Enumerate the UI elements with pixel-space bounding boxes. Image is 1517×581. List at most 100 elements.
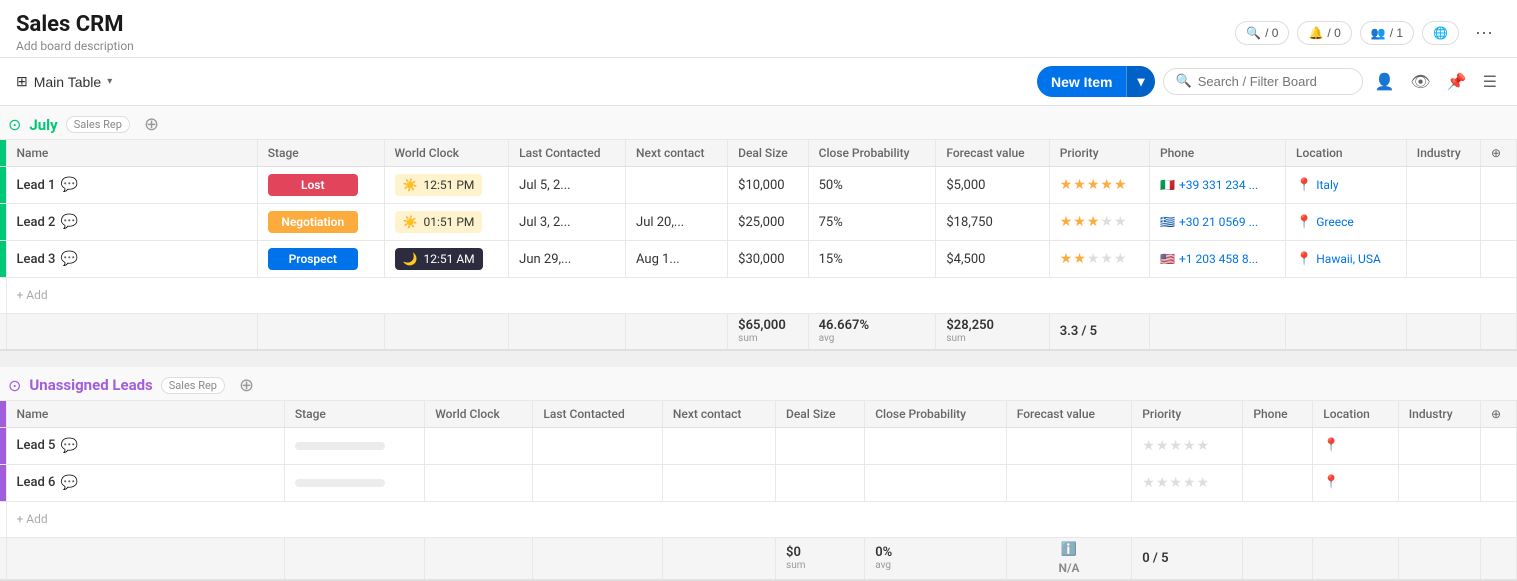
- ua-row-name-0[interactable]: Lead 5: [17, 438, 56, 453]
- cell-nextcontact-2: Aug 1...: [626, 241, 728, 278]
- unassigned-collapse-icon[interactable]: ⊙: [8, 376, 21, 395]
- unassigned-count[interactable]: Sales Rep: [161, 377, 225, 394]
- close-prob-val-1[interactable]: 75%: [819, 215, 843, 230]
- ua-cell-priority-0: ★★★★★: [1132, 427, 1243, 464]
- industry-cell-2[interactable]: [1407, 241, 1480, 277]
- stars-2[interactable]: ★★★★★: [1060, 251, 1127, 267]
- ua-stars-1[interactable]: ★★★★★: [1142, 475, 1209, 491]
- comment-icon-1[interactable]: 💬: [60, 214, 77, 230]
- close-prob-val-2[interactable]: 15%: [819, 252, 843, 267]
- location-val-1[interactable]: Greece: [1316, 215, 1354, 229]
- sum-dealsize-label: sum: [738, 333, 757, 344]
- add-cell-july[interactable]: + Add: [6, 278, 1517, 314]
- new-item-arrow[interactable]: ▾: [1126, 66, 1154, 97]
- filter-icon[interactable]: ☰: [1479, 68, 1501, 95]
- stars-0[interactable]: ★★★★★: [1060, 177, 1127, 193]
- clock-display-2[interactable]: 🌙 12:51 AM: [395, 248, 483, 270]
- july-count[interactable]: Sales Rep: [66, 116, 130, 133]
- last-contacted-val-2[interactable]: Jun 29,...: [519, 252, 571, 267]
- cell-clock-1: ☀️ 01:51 PM: [384, 204, 509, 241]
- th-add-col[interactable]: ⊕: [1481, 140, 1517, 167]
- cell-nextcontact-1: Jul 20,...: [626, 204, 728, 241]
- next-contact-val-2[interactable]: Aug 1...: [636, 252, 680, 267]
- inbox-count-btn[interactable]: 🔔 / 0: [1297, 21, 1351, 45]
- ua-comment-icon-1[interactable]: 💬: [60, 475, 77, 491]
- forecast-val-1[interactable]: $18,750: [946, 215, 992, 230]
- industry-cell-0[interactable]: [1407, 167, 1480, 203]
- phone-val-1[interactable]: +30 21 0569 ...: [1179, 215, 1258, 229]
- ua-sum-priority: 0 / 5: [1132, 537, 1243, 580]
- stage-badge-1[interactable]: Negotiation: [268, 211, 358, 233]
- add-group-btn-unassigned[interactable]: ⊕: [239, 375, 254, 396]
- cell-name-2: Lead 3 💬: [6, 241, 257, 278]
- row-name-2[interactable]: Lead 3: [17, 252, 56, 267]
- person-icon[interactable]: 👤: [1371, 68, 1399, 95]
- eye-icon[interactable]: 👁: [1406, 68, 1434, 95]
- next-contact-val-1[interactable]: Jul 20,...: [636, 215, 684, 230]
- add-btn-july[interactable]: + Add: [7, 288, 58, 302]
- deal-size-val-0[interactable]: $10,000: [738, 178, 784, 193]
- phone-val-2[interactable]: +1 203 458 8...: [1179, 252, 1258, 266]
- comment-icon-0[interactable]: 💬: [60, 177, 77, 193]
- new-item-btn[interactable]: New Item ▾: [1037, 66, 1155, 97]
- ua-stage-badge-0[interactable]: [295, 442, 385, 450]
- table-row: Lead 2 💬 Negotiation ☀️ 01:51 PM Jul 3, …: [0, 204, 1517, 241]
- search-box[interactable]: 🔍: [1163, 68, 1363, 95]
- sum-forecast-label: sum: [946, 333, 965, 344]
- search-count-btn[interactable]: 🔍 / 0: [1235, 21, 1289, 45]
- ua-stage-badge-1[interactable]: [295, 479, 385, 487]
- main-table-btn[interactable]: ⊞ Main Table ▾: [16, 73, 112, 90]
- add-row-july[interactable]: + Add: [0, 278, 1517, 314]
- star-2: ★: [1156, 438, 1169, 454]
- ua-comment-icon-0[interactable]: 💬: [60, 438, 77, 454]
- forecast-val-0[interactable]: $5,000: [946, 178, 985, 193]
- cell-closeprob-0: 50%: [808, 167, 936, 204]
- location-val-2[interactable]: Hawaii, USA: [1316, 252, 1381, 266]
- app-subtitle[interactable]: Add board description: [16, 39, 134, 53]
- ua-sum-empty-7: [1313, 537, 1399, 580]
- industry-cell-1[interactable]: [1407, 204, 1480, 240]
- users-count-btn[interactable]: 👥 / 1: [1360, 21, 1414, 45]
- july-collapse-icon[interactable]: ⊙: [8, 115, 21, 134]
- more-options-btn[interactable]: ···: [1467, 18, 1501, 47]
- forecast-val-2[interactable]: $4,500: [946, 252, 985, 267]
- pin-icon[interactable]: 📌: [1443, 68, 1471, 95]
- cell-industry-2: [1406, 241, 1480, 278]
- star-3: ★: [1169, 438, 1182, 454]
- add-btn-ua[interactable]: + Add: [7, 512, 58, 526]
- add-group-btn-july[interactable]: ⊕: [144, 114, 159, 135]
- clock-display-1[interactable]: ☀️ 01:51 PM: [395, 211, 483, 233]
- stage-badge-2[interactable]: Prospect: [268, 248, 358, 270]
- phone-val-0[interactable]: +39 331 234 ...: [1179, 178, 1258, 192]
- row-name-1[interactable]: Lead 2: [17, 215, 56, 230]
- uth-worldclock: World Clock: [425, 401, 533, 428]
- add-cell-ua[interactable]: + Add: [6, 501, 1517, 537]
- globe-btn[interactable]: 🌐: [1422, 21, 1459, 45]
- last-contacted-val-0[interactable]: Jul 5, 2...: [519, 178, 570, 193]
- deal-size-val-1[interactable]: $25,000: [738, 215, 784, 230]
- uth-priority: Priority: [1132, 401, 1243, 428]
- ua-row-name-1[interactable]: Lead 6: [17, 475, 56, 490]
- globe-icon: 🌐: [1433, 26, 1448, 40]
- close-prob-val-0[interactable]: 50%: [819, 178, 843, 193]
- sum-empty-5: [626, 314, 728, 350]
- deal-size-val-2[interactable]: $30,000: [738, 252, 784, 267]
- ua-sum-empty-9: [1481, 537, 1517, 580]
- stars-1[interactable]: ★★★★★: [1060, 214, 1127, 230]
- stage-badge-0[interactable]: Lost: [268, 174, 358, 196]
- new-item-label: New Item: [1037, 67, 1126, 97]
- uth-closeprob: Close Probability: [865, 401, 1007, 428]
- location-val-0[interactable]: Italy: [1316, 178, 1338, 192]
- row-name-0[interactable]: Lead 1: [17, 178, 56, 193]
- ua-stars-0[interactable]: ★★★★★: [1142, 438, 1209, 454]
- uth-add-col[interactable]: ⊕: [1481, 401, 1517, 428]
- search-input[interactable]: [1198, 74, 1348, 89]
- cell-clock-0: ☀️ 12:51 PM: [384, 167, 509, 204]
- ua-cell-forecast-1: [1006, 464, 1132, 501]
- ua-sum-forecast-na: N/A: [1058, 561, 1079, 575]
- add-row-unassigned[interactable]: + Add: [0, 501, 1517, 537]
- ua-cell-phone-1: [1243, 464, 1313, 501]
- comment-icon-2[interactable]: 💬: [60, 251, 77, 267]
- last-contacted-val-1[interactable]: Jul 3, 2...: [519, 215, 570, 230]
- clock-display-0[interactable]: ☀️ 12:51 PM: [395, 174, 483, 196]
